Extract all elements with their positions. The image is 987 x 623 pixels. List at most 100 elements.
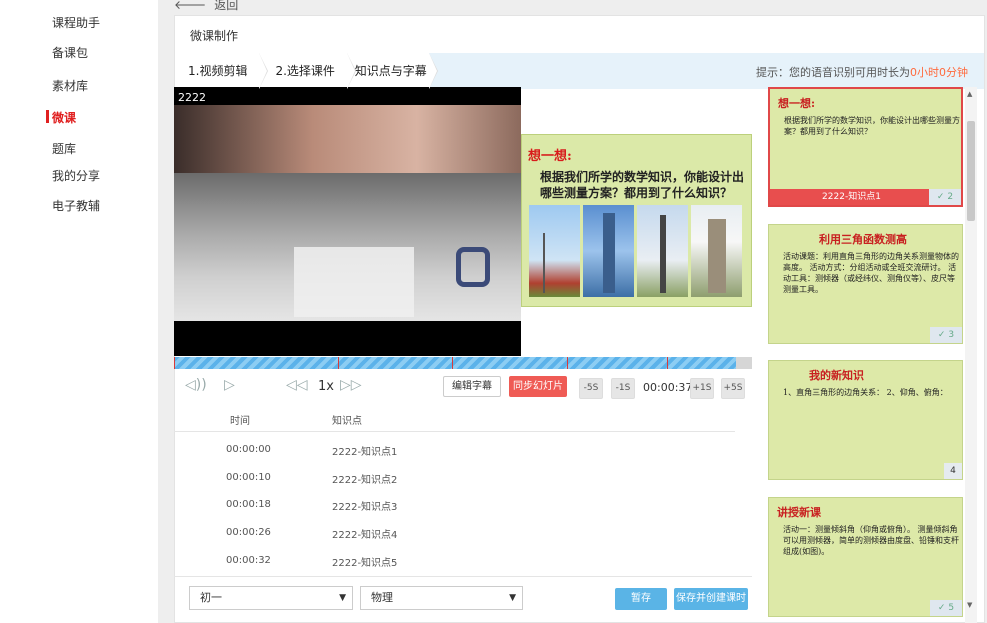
timeline-marker: [667, 357, 668, 369]
sidebar-item-materials[interactable]: 素材库: [52, 77, 88, 94]
arrow-left-icon: 🡐: [174, 0, 207, 12]
step-label: .知识点与字幕: [350, 64, 427, 78]
slide-thumbnail-list: 想一想: 根据我们所学的数学知识，你能设计出哪些测量方案？都用到了什么知识？ 2…: [765, 87, 965, 623]
bottom-divider: [174, 576, 752, 577]
slide-images: [529, 205, 742, 297]
thumbnail-body: 根据我们所学的数学知识，你能设计出哪些测量方案？都用到了什么知识？: [784, 116, 960, 136]
hint-value: 0小时0分钟: [910, 66, 968, 79]
grade-select[interactable]: 初一 ▼: [189, 586, 353, 610]
thumbnail-body: 1、直角三角形的边角关系： 2、仰角、俯角：: [783, 388, 948, 397]
scroll-thumb[interactable]: [967, 121, 975, 221]
check-icon: ✓: [937, 603, 949, 613]
sidebar-item-course-assistant[interactable]: 课程助手: [52, 14, 100, 31]
slide-thumbnail[interactable]: 想一想: 根据我们所学的数学知识，你能设计出哪些测量方案？都用到了什么知识？ 2…: [768, 87, 963, 207]
row-time: 00:00:18: [226, 499, 271, 510]
volume-icon[interactable]: ◁)): [185, 377, 207, 393]
video-frame-object: [294, 247, 414, 317]
flag-image: [529, 205, 580, 297]
step-bar: 1.视频剪辑 2.选择课件 .知识点与字幕 提示：您的语音识别可用时长为0小时0…: [175, 53, 984, 89]
column-header-knowledge-point: 知识点: [332, 416, 362, 427]
timeline-remaining: [736, 357, 752, 369]
slide-thumbnail[interactable]: 讲授新课 活动一：测量倾斜角（仰角或俯角）。 测量倾斜角可以用测倾器，简单的测倾…: [768, 497, 963, 617]
caret-down-icon: ▼: [339, 593, 346, 603]
video-frame-cable: [456, 247, 490, 287]
row-knowledge-point[interactable]: 2222-知识点5: [332, 554, 397, 569]
sync-slides-button[interactable]: 同步幻灯片: [509, 376, 567, 397]
timeline-marker: [567, 357, 568, 369]
step-knowledge-subtitles[interactable]: .知识点与字幕: [346, 53, 438, 89]
thumbnail-title: 讲授新课: [777, 506, 821, 519]
hint-prefix: 提示：您的语音识别可用时长为: [756, 66, 910, 79]
row-knowledge-point[interactable]: 2222-知识点2: [332, 471, 397, 486]
slide-preview: 想一想: 根据我们所学的数学知识，你能设计出哪些测量方案？都用到了什么知识？: [521, 134, 752, 307]
skyscraper-image: [583, 205, 634, 297]
check-icon: ✓: [937, 330, 949, 340]
pagoda-image: [691, 205, 742, 297]
thumbnail-check: ✓ 5: [930, 600, 962, 616]
thumbnail-caption: 2222-知识点1: [770, 189, 933, 205]
video-player[interactable]: 2222: [174, 87, 521, 356]
slide-thumbnail[interactable]: 我的新知识 1、直角三角形的边角关系： 2、仰角、俯角： 4: [768, 360, 963, 480]
timeline-marker: [452, 357, 453, 369]
slide-text: 根据我们所学的数学知识，你能设计出哪些测量方案？都用到了什么知识？: [540, 170, 745, 200]
scroll-up-icon[interactable]: ▲: [967, 90, 972, 98]
fast-forward-icon[interactable]: ▷▷: [340, 377, 362, 393]
thumbnail-number: 3: [948, 330, 955, 340]
minus-1s-button[interactable]: -1S: [611, 378, 635, 399]
thumbnail-number: 5: [948, 603, 955, 613]
sidebar-item-my-shares[interactable]: 我的分享: [52, 167, 100, 184]
panel-title: 微课制作: [190, 29, 239, 43]
step-select-courseware[interactable]: 2.选择课件: [259, 53, 357, 89]
grade-select-value: 初一: [200, 591, 222, 604]
check-icon: ✓: [936, 192, 948, 202]
step-video-edit[interactable]: 1.视频剪辑: [175, 53, 269, 89]
thumbnail-number: 2: [947, 192, 954, 202]
rewind-icon[interactable]: ◁◁: [286, 377, 308, 393]
sidebar-item-microcourse[interactable]: 微课: [52, 109, 76, 126]
back-link[interactable]: 🡐 返回: [174, 0, 238, 13]
timeline-marker: [174, 357, 175, 369]
video-frame-top: [174, 105, 521, 175]
subject-select-value: 物理: [371, 591, 393, 604]
thumbnail-check: ✓ 3: [930, 327, 962, 343]
hint-text: 提示：您的语音识别可用时长为0小时0分钟: [756, 64, 968, 80]
thumbnail-title: 想一想:: [778, 97, 816, 110]
minus-5s-button[interactable]: -5S: [579, 378, 603, 399]
thumbnail-title: 利用三角函数测高: [819, 233, 907, 246]
thumbnail-title: 我的新知识: [809, 369, 864, 382]
slide-thumbnail[interactable]: 利用三角函数测高 活动课题：利用直角三角形的边角关系测量物体的高度。 活动方式：…: [768, 224, 963, 344]
sidebar-item-lesson-pack[interactable]: 备课包: [52, 44, 88, 61]
row-knowledge-point[interactable]: 2222-知识点4: [332, 526, 397, 541]
table-divider: [174, 431, 735, 432]
play-icon[interactable]: ▷: [224, 377, 235, 393]
row-time: 00:00:32: [226, 555, 271, 566]
save-draft-button[interactable]: 暂存: [615, 588, 667, 610]
active-indicator: [46, 110, 49, 123]
video-label: 2222: [178, 91, 206, 104]
thumbnail-number: 4: [944, 463, 962, 479]
plus-1s-button[interactable]: +1S: [690, 378, 714, 399]
thumbnail-scrollbar[interactable]: ▲ ▼: [965, 87, 977, 623]
sidebar-item-e-tutoring[interactable]: 电子教辅: [52, 197, 100, 214]
thumbnail-body: 活动一：测量倾斜角（仰角或俯角）。 测量倾斜角可以用测倾器，简单的测倾器由度盘、…: [783, 525, 959, 556]
column-header-time: 时间: [230, 416, 250, 427]
timeline-marker: [338, 357, 339, 369]
back-label: 返回: [214, 0, 239, 12]
tower-image: [637, 205, 688, 297]
timeline[interactable]: [174, 357, 736, 369]
row-time: 00:00:26: [226, 527, 271, 538]
thumbnail-body: 活动课题：利用直角三角形的边角关系测量物体的高度。 活动方式：分组活动或全班交流…: [783, 252, 959, 294]
plus-5s-button[interactable]: +5S: [721, 378, 745, 399]
current-time: 00:00:37: [643, 381, 693, 394]
save-create-lesson-button[interactable]: 保存并创建课时: [674, 588, 748, 610]
edit-subtitles-button[interactable]: 编辑字幕: [443, 376, 501, 397]
row-knowledge-point[interactable]: 2222-知识点1: [332, 443, 397, 458]
row-time: 00:00:10: [226, 472, 271, 483]
speed-label[interactable]: 1x: [318, 379, 334, 394]
scroll-down-icon[interactable]: ▼: [967, 601, 972, 609]
subject-select[interactable]: 物理 ▼: [360, 586, 523, 610]
row-knowledge-point[interactable]: 2222-知识点3: [332, 498, 397, 513]
thumbnail-check: ✓ 2: [929, 189, 961, 205]
sidebar-item-question-bank[interactable]: 题库: [52, 140, 76, 157]
step-label: 2.选择课件: [275, 64, 335, 78]
